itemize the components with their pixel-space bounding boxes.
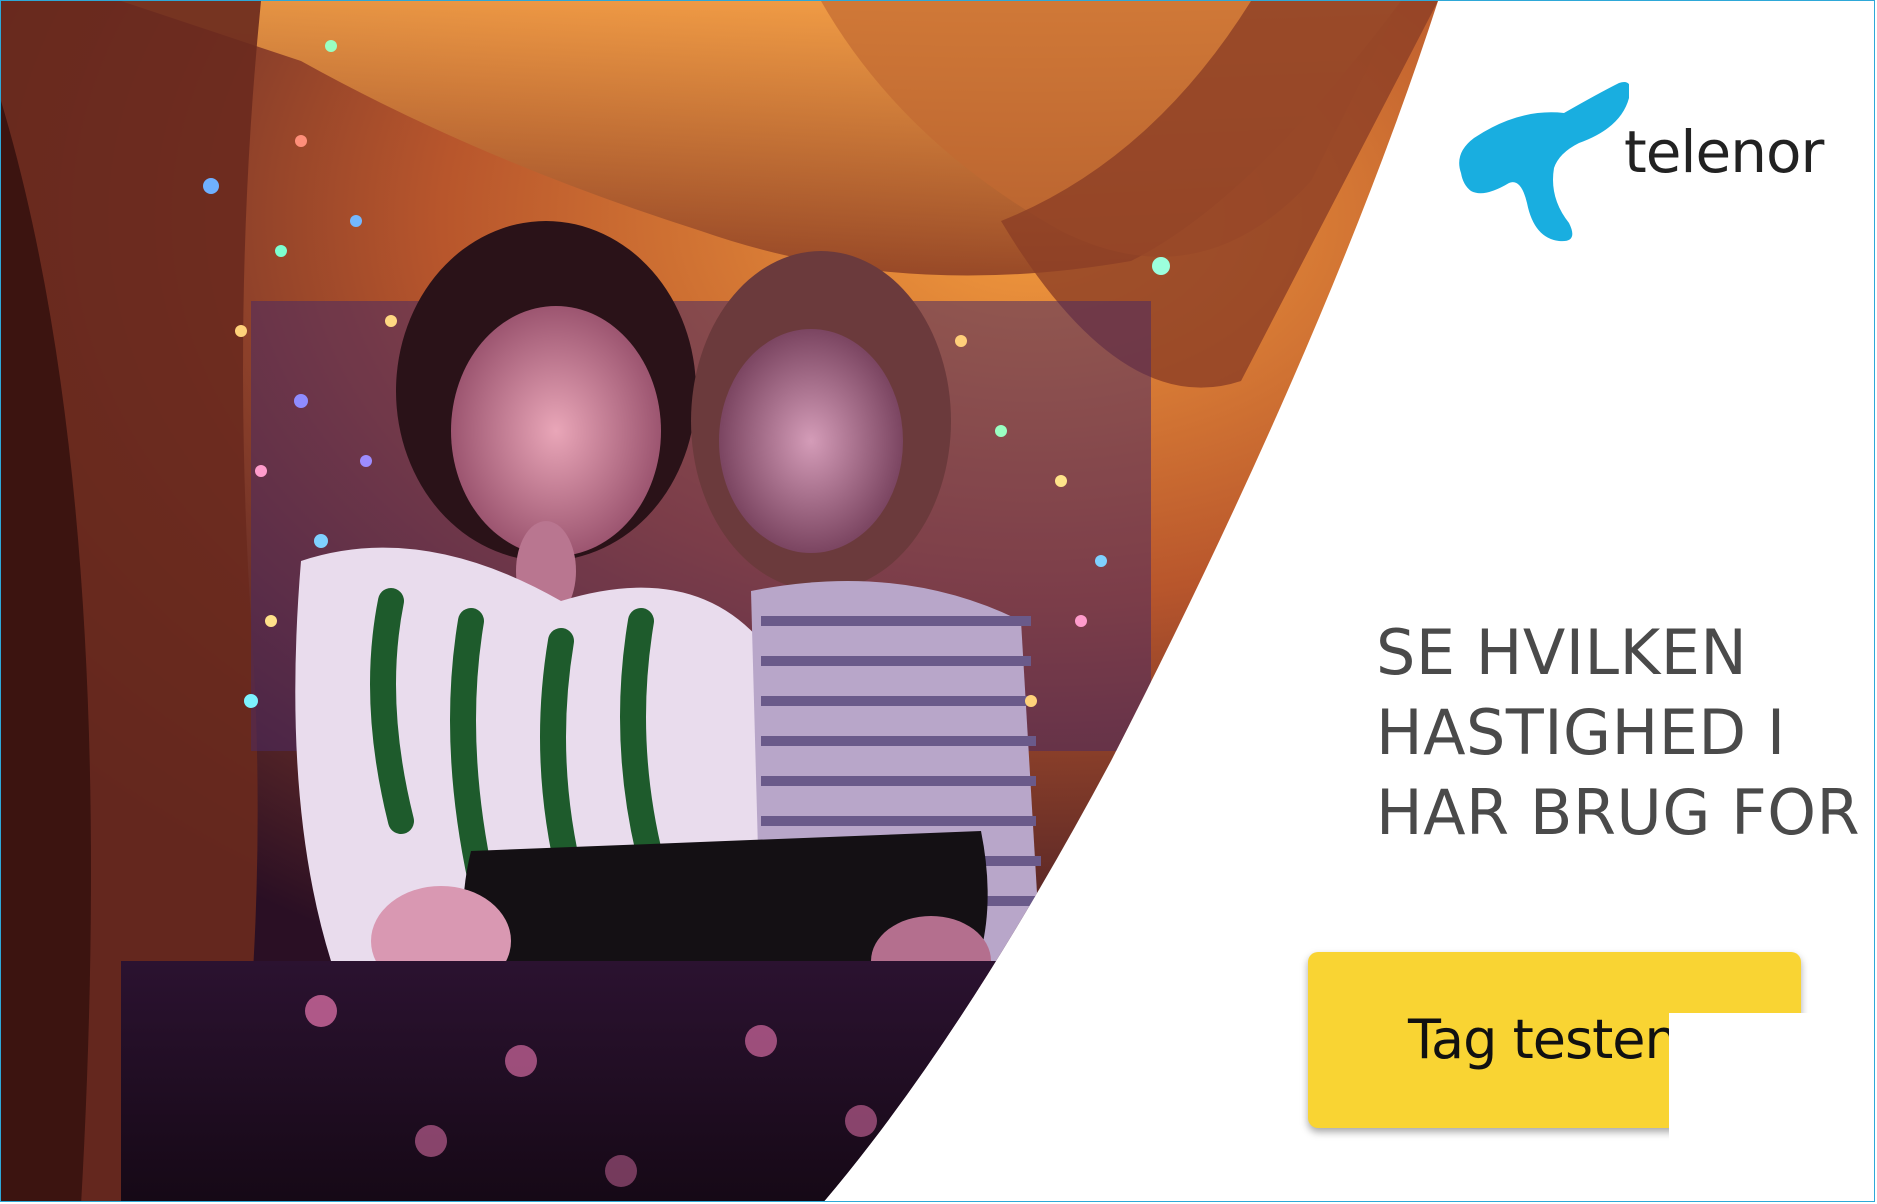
telenor-propeller-icon	[1459, 82, 1629, 242]
headline-line-1: SE HVILKEN	[1376, 616, 1748, 689]
headline-line-2: HASTIGHED I	[1376, 696, 1786, 769]
brand-name: telenor	[1624, 118, 1824, 186]
headline: SE HVILKEN HASTIGHED I HAR BRUG FOR	[1376, 613, 1861, 853]
headline-line-3: HAR BRUG FOR	[1376, 776, 1861, 849]
banner-ad[interactable]: telenor SE HVILKEN HASTIGHED I HAR BRUG …	[0, 0, 1875, 1202]
overlay-patch	[1669, 1013, 1874, 1201]
brand-logo[interactable]: telenor	[1449, 73, 1829, 243]
